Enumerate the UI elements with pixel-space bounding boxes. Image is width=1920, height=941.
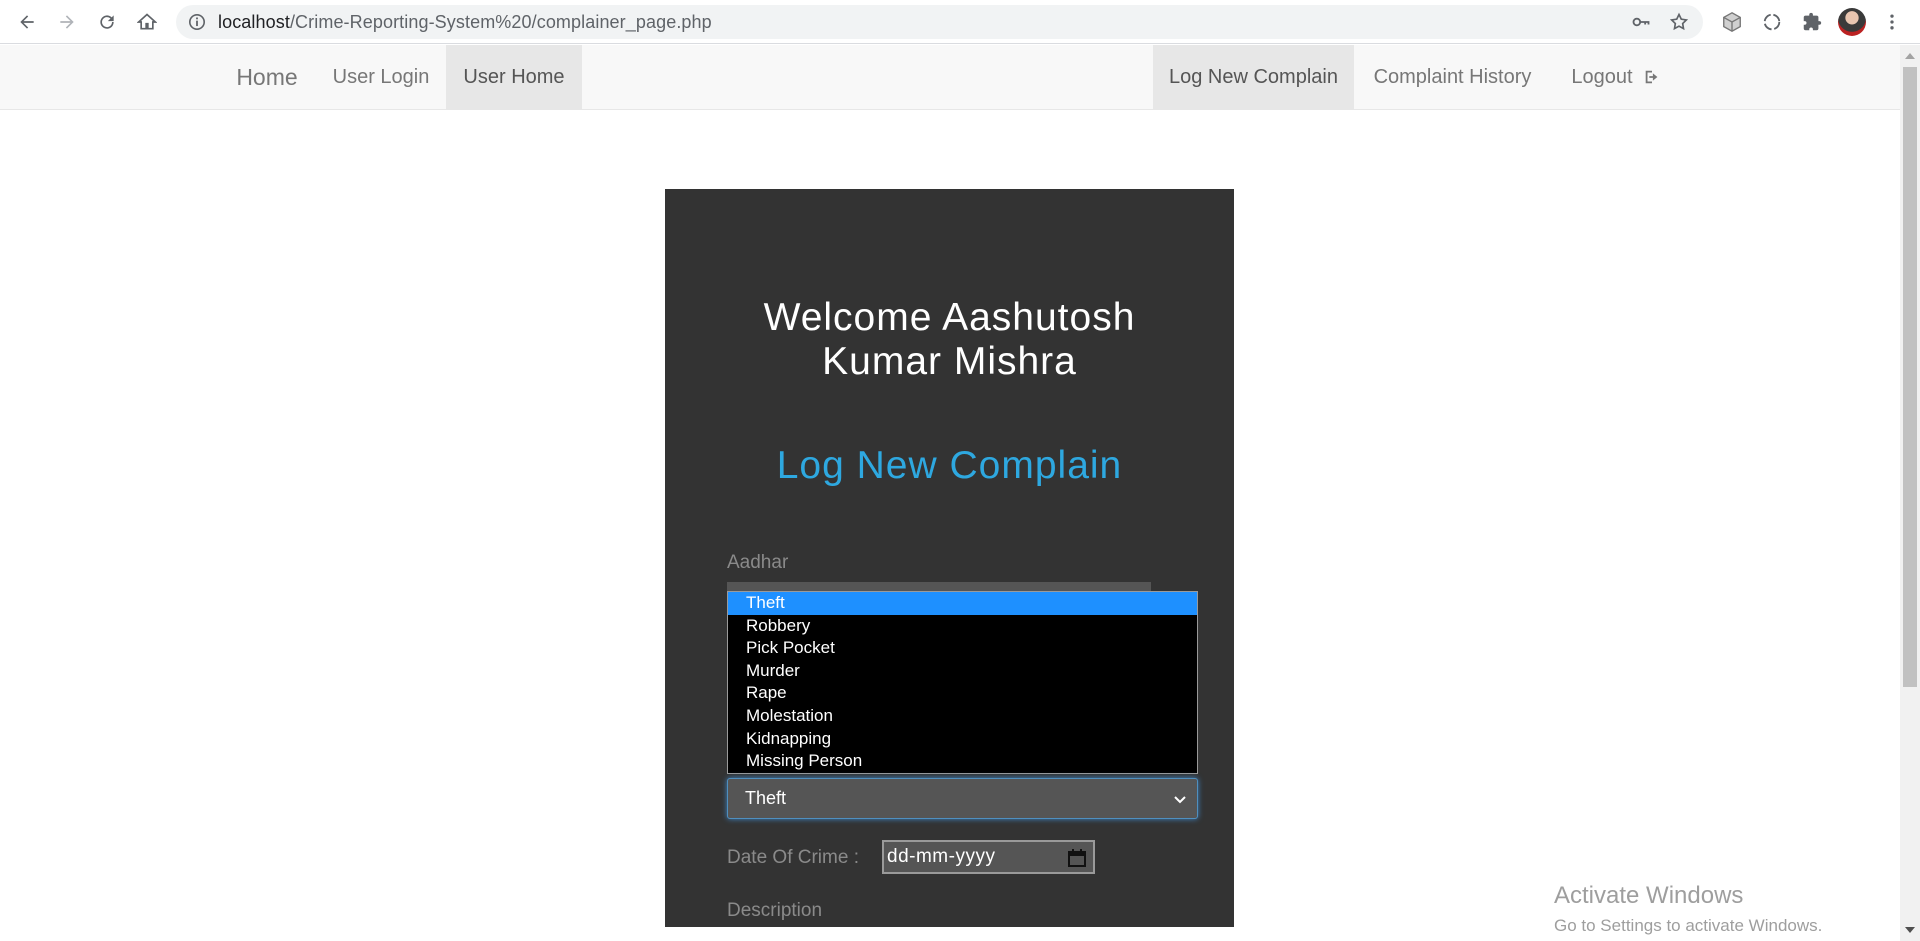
welcome-line-1: Welcome Aashutosh — [763, 296, 1136, 339]
crime-type-select[interactable]: Theft — [727, 778, 1198, 819]
scroll-down-arrow-icon[interactable] — [1905, 927, 1915, 933]
home-icon[interactable] — [132, 7, 162, 37]
profile-avatar[interactable] — [1838, 8, 1866, 36]
chevron-down-icon — [1174, 796, 1186, 804]
key-icon[interactable] — [1631, 12, 1651, 32]
bookmark-star-icon[interactable] — [1669, 12, 1689, 32]
crime-option[interactable]: Robbery — [728, 615, 1197, 638]
scrollbar-thumb[interactable] — [1903, 67, 1917, 687]
crime-option[interactable]: Missing Person — [728, 750, 1197, 773]
nav-user-login[interactable]: User Login — [315, 45, 447, 109]
crime-option[interactable]: Murder — [728, 660, 1197, 683]
nav-home[interactable]: Home — [222, 45, 312, 109]
date-of-crime-label: Date Of Crime : — [727, 847, 859, 868]
description-label: Description — [727, 900, 823, 921]
date-placeholder: dd-mm-yyyy — [887, 846, 996, 867]
back-icon[interactable] — [12, 7, 42, 37]
logout-icon — [1645, 70, 1657, 84]
page-scrollbar[interactable] — [1900, 45, 1920, 941]
crime-type-dropdown-list[interactable]: Theft Robbery Pick Pocket Murder Rape Mo… — [727, 591, 1198, 774]
menu-kebab-icon[interactable] — [1878, 8, 1906, 36]
site-info-icon[interactable] — [188, 13, 206, 31]
aadhar-label: Aadhar — [727, 552, 789, 573]
scroll-up-arrow-icon[interactable] — [1905, 53, 1915, 59]
nav-logout-label: Logout — [1571, 65, 1633, 88]
url-host: localhost — [218, 11, 290, 32]
site-navbar: Home User Login User Home Log New Compla… — [0, 45, 1900, 110]
date-of-crime-input[interactable]: dd-mm-yyyy — [882, 840, 1095, 874]
address-bar[interactable]: localhost/Crime-Reporting-System%20/comp… — [176, 5, 1703, 39]
reload-icon[interactable] — [92, 7, 122, 37]
nav-complaint-history[interactable]: Complaint History — [1354, 45, 1551, 109]
welcome-line-2: Kumar Mishra — [822, 340, 1077, 383]
url-path: /Crime-Reporting-System%20/complainer_pa… — [289, 11, 712, 32]
crime-option[interactable]: Pick Pocket — [728, 637, 1197, 660]
forward-icon[interactable] — [52, 7, 82, 37]
browser-toolbar: localhost/Crime-Reporting-System%20/comp… — [0, 0, 1920, 44]
crime-option[interactable]: Kidnapping — [728, 728, 1197, 751]
crime-option[interactable]: Theft — [728, 592, 1197, 615]
crime-type-value: Theft — [745, 788, 787, 808]
extension-sync-icon[interactable] — [1758, 8, 1786, 36]
crime-option[interactable]: Molestation — [728, 705, 1197, 728]
nav-logout[interactable]: Logout — [1553, 45, 1679, 109]
url-text: localhost/Crime-Reporting-System%20/comp… — [218, 12, 712, 33]
calendar-icon[interactable] — [1067, 848, 1087, 868]
form-title: Log New Complain — [776, 444, 1123, 487]
extension-cube-icon[interactable] — [1718, 8, 1746, 36]
extensions-puzzle-icon[interactable] — [1798, 8, 1826, 36]
crime-option[interactable]: Rape — [728, 682, 1197, 705]
nav-user-home[interactable]: User Home — [446, 45, 582, 109]
activate-windows-subtitle: Go to Settings to activate Windows. — [1554, 916, 1823, 935]
activate-windows-title: Activate Windows — [1554, 882, 1744, 909]
welcome-heading: Welcome Aashutosh Kumar Mishra — [665, 296, 1234, 384]
nav-log-new-complain[interactable]: Log New Complain — [1153, 45, 1354, 109]
